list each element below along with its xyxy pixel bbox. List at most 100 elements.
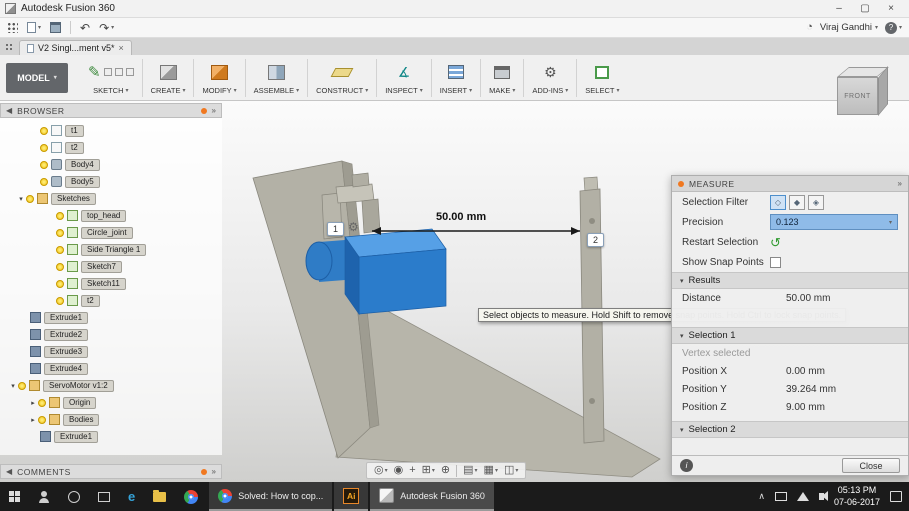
wifi-icon[interactable] [796,492,809,501]
dimension-gear-icon[interactable]: ⚙ [348,220,359,234]
close-button[interactable]: × [878,3,904,14]
illustrator-window-button[interactable]: Ai [334,482,369,511]
start-button[interactable] [0,482,29,511]
visibility-bulb-icon[interactable] [56,296,64,305]
zoom-button[interactable]: ⊕ [441,465,450,476]
browser-item[interactable]: Body4 [0,156,222,173]
browser-item[interactable]: ▾ ServoMotor v1:2 [0,377,222,394]
browser-item[interactable]: top_head [0,207,222,224]
precision-dropdown[interactable]: 0.123 ▾ [770,214,898,230]
edge-pinned-button[interactable]: e [119,482,144,511]
base-plate-body[interactable] [335,295,661,478]
comments-header[interactable]: ◀ COMMENTS » [0,464,222,479]
ribbon-group-select[interactable]: SELECT ▾ [577,56,627,100]
orbit-button[interactable]: ◎ ▾ [374,465,388,476]
bracket-block[interactable] [351,172,370,188]
3d-viewport[interactable]: 50.00 mm 1 ⚙ 2 Select objects to measure… [0,66,909,482]
chrome-window-button[interactable]: Solved: How to cop... [209,482,333,511]
snap-points-checkbox[interactable] [770,256,781,268]
tree-collapsed-icon[interactable]: ▸ [28,399,38,407]
browser-item[interactable]: Circle_joint [0,224,222,241]
selection1-section-header[interactable]: ▾ Selection 1 [672,327,908,344]
chrome-pinned-button[interactable] [175,482,207,511]
workspace-switcher[interactable]: MODEL ▾ [6,62,68,93]
measure-point-2-badge[interactable]: 2 [587,233,604,247]
measure-point-1-badge[interactable]: 1 [327,222,344,236]
servo-cylinder[interactable] [305,241,333,281]
browser-item[interactable]: Body5 [0,173,222,190]
browser-item[interactable]: Sketch11 [0,275,222,292]
collapse-panel-icon[interactable]: ◀ [6,467,12,476]
visibility-bulb-icon[interactable] [40,160,48,169]
user-menu[interactable]: Viraj Gandhi ▾ [820,22,878,33]
browser-item[interactable]: Sketch7 [0,258,222,275]
visibility-bulb-icon[interactable] [40,143,48,152]
panel-more-icon[interactable]: » [212,467,216,476]
info-icon[interactable]: i [680,459,693,472]
notifications-clock-icon[interactable]: ◔ [806,22,813,33]
visibility-bulb-icon[interactable] [56,245,64,254]
minimize-button[interactable]: – [826,3,852,14]
viewports-button[interactable]: ◫ ▾ [504,465,518,476]
collapse-panel-icon[interactable]: ◀ [6,106,12,115]
visibility-bulb-icon[interactable] [56,262,64,271]
look-at-button[interactable]: ◉ [394,465,404,476]
close-measure-button[interactable]: Close [842,458,900,473]
visibility-bulb-icon[interactable] [56,279,64,288]
redo-button[interactable]: ↷ ▾ [99,22,114,34]
zoom-window-button[interactable]: ⊞ ▾ [422,465,435,476]
browser-item[interactable]: ▸ Origin [0,394,222,411]
volume-icon[interactable] [818,491,828,501]
selection2-section-header[interactable]: ▾ Selection 2 [672,421,908,438]
servo-body-front[interactable] [358,248,447,315]
document-tab[interactable]: V2 Singl...ment v5* × [19,40,132,55]
taskbar-clock[interactable]: 05:13 PM 07-06-2017 [834,485,880,508]
filter-face-icon[interactable]: ◈ [808,194,824,210]
spline-icon[interactable] [103,68,112,76]
tree-collapsed-icon[interactable]: ▸ [28,416,38,424]
browser-item[interactable]: Extrude3 [0,343,222,360]
help-menu[interactable]: ? ▾ [884,21,902,34]
ribbon-group-modify[interactable]: MODIFY ▾ [194,56,244,100]
save-button[interactable] [50,22,62,33]
browser-item[interactable]: t2 [0,292,222,309]
visibility-bulb-icon[interactable] [38,398,46,407]
file-menu-button[interactable]: ▾ [27,22,41,33]
browser-item[interactable]: Extrude1 [0,309,222,326]
browser-item[interactable]: ▾ Sketches [0,190,222,207]
visibility-bulb-icon[interactable] [56,228,64,237]
visibility-bulb-icon[interactable] [40,126,48,135]
browser-item[interactable]: t2 [0,139,222,156]
browser-item[interactable]: ▸ Bodies [0,411,222,428]
browser-item[interactable]: t1 [0,122,222,139]
grid-settings-button[interactable]: ▦ ▾ [484,465,498,476]
ribbon-group-make[interactable]: MAKE ▾ [481,56,523,100]
ribbon-group-insert[interactable]: INSERT ▾ [432,56,480,100]
pan-button[interactable]: + [409,465,415,476]
task-view-button[interactable] [89,482,119,511]
apps-grid-icon[interactable] [7,22,18,33]
visibility-bulb-icon[interactable] [40,177,48,186]
show-hidden-icons[interactable]: ∧ [758,492,765,501]
browser-item[interactable]: Extrude2 [0,326,222,343]
file-explorer-button[interactable] [144,482,175,511]
browser-item[interactable]: Side Triangle 1 [0,241,222,258]
ribbon-group-inspect[interactable]: ∡ INSPECT ▾ [377,56,431,100]
tree-expand-icon[interactable]: ▾ [8,382,18,390]
browser-item[interactable]: Extrude1 [0,428,222,445]
display-settings-button[interactable]: ▤ ▾ [463,465,477,476]
tree-expand-icon[interactable]: ▾ [16,195,26,203]
filter-vertex-icon[interactable]: ◇ [770,194,786,210]
visibility-bulb-icon[interactable] [26,194,34,203]
network-icon[interactable] [774,492,787,501]
bracket-block[interactable] [361,198,381,234]
visibility-bulb-icon[interactable] [56,211,64,220]
undo-button[interactable]: ↶ [80,22,90,34]
view-cube[interactable]: FRONT [829,62,893,126]
panel-more-icon[interactable]: » [212,106,216,115]
arc-icon[interactable] [125,68,134,76]
tab-close-icon[interactable]: × [119,43,124,53]
ribbon-group-addins[interactable]: ⚙ ADD-INS ▾ [524,56,576,100]
data-panel-grid-icon[interactable] [5,43,14,52]
measure-dialog-header[interactable]: MEASURE » [672,176,908,192]
